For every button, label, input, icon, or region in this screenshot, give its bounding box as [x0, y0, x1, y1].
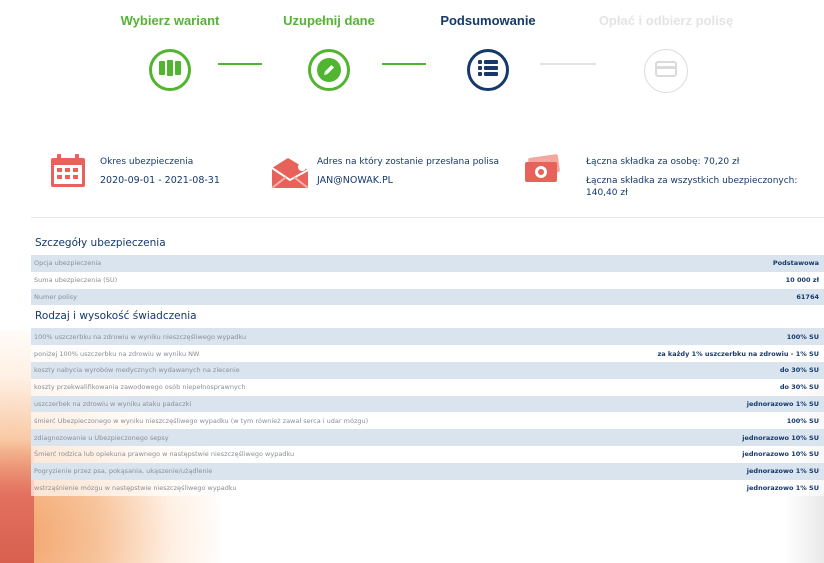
columns-icon	[159, 60, 181, 80]
calendar-icon	[50, 154, 86, 192]
row-label: koszty nabycia wyrobów medycznych wydawa…	[34, 366, 240, 375]
step-circle	[149, 49, 191, 91]
details-title: Szczegóły ubezpieczenia	[35, 237, 166, 249]
table-row: śmierć Ubezpieczonego w wyniku nieszczęś…	[31, 412, 824, 430]
row-value: jednorazowo 10% SU	[742, 450, 819, 459]
policy-summary-card: Okres ubezpieczenia 2020-09-01 - 2021-08…	[31, 136, 824, 218]
table-row: Pogryzienie przez psa, pokąsania, ukąsze…	[31, 462, 824, 480]
row-label: śmierć Ubezpieczonego w wyniku nieszczęś…	[34, 416, 369, 425]
money-icon	[523, 154, 563, 190]
background-accent	[0, 440, 34, 563]
row-value: 100% SU	[786, 332, 819, 341]
row-value: jednorazowo 1% SU	[746, 467, 819, 476]
step-circle	[467, 49, 509, 91]
row-label: Pogryzienie przez psa, pokąsania, ukąsze…	[34, 467, 213, 476]
address-label: Adres na który zostanie przesłana polisa	[317, 157, 500, 167]
step-label: Opłać i odbierz polisę	[598, 13, 734, 28]
step-circle	[308, 49, 350, 91]
row-value: jednorazowo 1% SU	[746, 483, 819, 492]
table-row: koszty przekwalifikowania zawodowego osó…	[31, 378, 824, 396]
table-row: Śmierć rodzica lub opiekuna prawnego w n…	[31, 445, 824, 463]
insurance-details: Szczegóły ubezpieczenia Opcja ubezpiecze…	[31, 231, 824, 497]
table-row: koszty nabycia wyrobów medycznych wydawa…	[31, 361, 824, 379]
table-row: 100% uszczerbku na zdrowiu w wyniku nies…	[31, 328, 824, 346]
row-value: jednorazowo 10% SU	[742, 433, 819, 442]
step-circle	[644, 49, 688, 93]
step-choose-variant[interactable]: Wybierz wariant	[80, 13, 260, 91]
row-label: zdiagnozowanie u Ubezpieczonego sepsy	[34, 433, 169, 442]
table-row: poniżej 100% uszczerbku na zdrowiu w wyn…	[31, 345, 824, 362]
row-value: jednorazowo 1% SU	[746, 399, 819, 408]
row-value: Podstawowa	[772, 259, 819, 268]
premium-total: Łączna składka za wszystkich ubezpieczon…	[586, 176, 798, 198]
delivery-address: Adres na który zostanie przesłana polisa…	[317, 156, 499, 187]
step-label: Wybierz wariant	[120, 13, 220, 28]
premium-per-person: Łączna składka za osobę: 70,20 zł	[586, 157, 740, 167]
table-row: uszczerbek na zdrowiu w wyniku ataku pad…	[31, 395, 824, 413]
row-label: wstrząśnienie mózgu w następstwie nieszc…	[34, 483, 237, 492]
row-label: poniżej 100% uszczerbku na zdrowiu w wyn…	[34, 349, 200, 358]
row-value: za każdy 1% uszczerbku na zdrowiu - 1% S…	[657, 349, 820, 358]
benefits-title: Rodzaj i wysokość świadczenia	[35, 310, 197, 323]
row-label: uszczerbek na zdrowiu w wyniku ataku pad…	[34, 399, 192, 408]
row-label: Numer polisy	[34, 292, 77, 301]
row-value: 61764	[796, 292, 819, 301]
address-value: JAN@NOWAK.PL	[317, 175, 393, 186]
step-pay-and-receive: Opłać i odbierz polisę	[576, 13, 756, 93]
progress-stepper: Wybierz wariant Uzupełnij dane Podsumowa…	[0, 0, 824, 100]
insurance-period: Okres ubezpieczenia 2020-09-01 - 2021-08…	[100, 156, 220, 187]
table-row: wstrząśnienie mózgu w następstwie nieszc…	[31, 479, 824, 497]
step-fill-data[interactable]: Uzupełnij dane	[239, 13, 419, 91]
row-label: Suma ubezpieczenia (SU)	[34, 276, 118, 285]
row-label: Śmierć rodzica lub opiekuna prawnego w n…	[34, 450, 295, 459]
row-value: 100% SU	[786, 416, 819, 425]
table-row: zdiagnozowanie u Ubezpieczonego sepsy je…	[31, 429, 824, 446]
table-row: Numer polisy 61764	[31, 288, 824, 306]
premium-info: Łączna składka za osobę: 70,20 zł Łączna…	[586, 156, 824, 199]
step-label: Uzupełnij dane	[283, 13, 375, 28]
row-label: koszty przekwalifikowania zawodowego osó…	[34, 383, 246, 392]
step-summary[interactable]: Podsumowanie	[398, 13, 578, 91]
card-icon	[655, 61, 677, 81]
step-label: Podsumowanie	[440, 13, 536, 28]
row-value: 10 000 zł	[785, 276, 819, 285]
envelope-icon	[268, 158, 312, 194]
row-value: do 30% SU	[779, 366, 819, 375]
table-row: Opcja ubezpieczenia Podstawowa	[31, 255, 824, 272]
table-row: Suma ubezpieczenia (SU) 10 000 zł	[31, 271, 824, 289]
row-value: do 30% SU	[779, 383, 819, 392]
period-value: 2020-09-01 - 2021-08-31	[100, 175, 220, 186]
pencil-icon	[317, 58, 341, 82]
list-icon	[478, 60, 498, 80]
row-label: Opcja ubezpieczenia	[34, 259, 102, 268]
row-label: 100% uszczerbku na zdrowiu w wyniku nies…	[34, 332, 247, 341]
period-label: Okres ubezpieczenia	[100, 157, 194, 167]
